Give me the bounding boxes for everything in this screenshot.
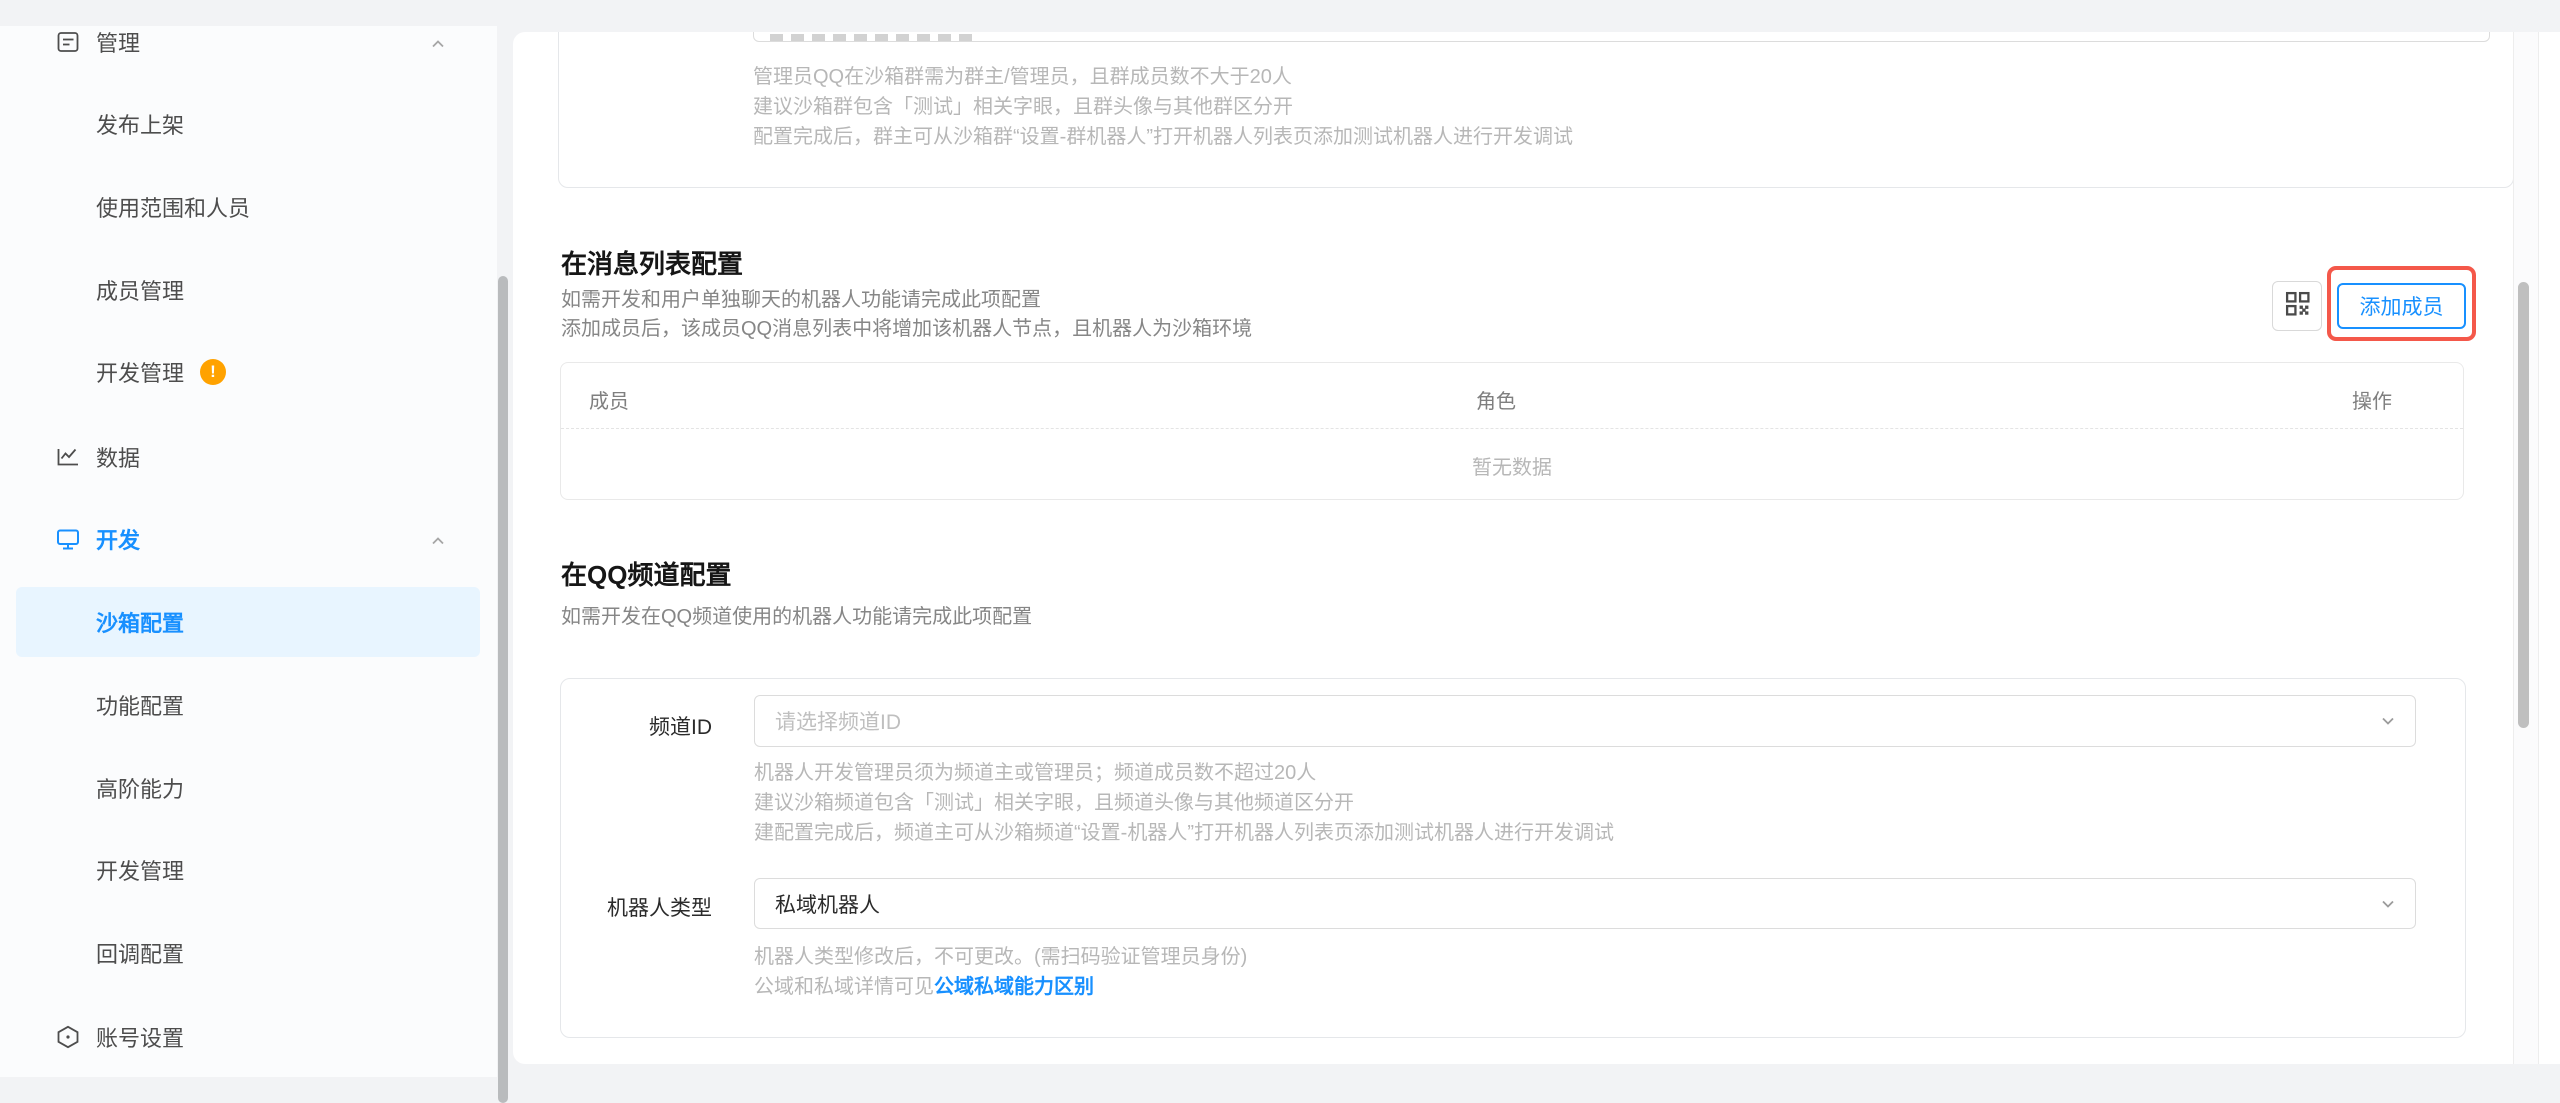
chevron-down-icon xyxy=(2379,895,2397,913)
chevron-up-icon[interactable] xyxy=(429,530,447,548)
capability-difference-link[interactable]: 公域私域能力区别 xyxy=(934,976,1094,998)
sidebar-item-account-settings[interactable]: 账号设置 xyxy=(0,1015,497,1059)
sidebar: 管理 发布上架 使用范围和人员 成员管理 开发管理 ! 数据 开发 xyxy=(0,26,497,1077)
sidebar-item-label: 高阶能力 xyxy=(96,772,184,804)
helper-line: 机器人类型修改后，不可更改。(需扫码验证管理员身份) xyxy=(754,942,1247,972)
sidebar-item-label: 开发管理 xyxy=(96,854,184,886)
sidebar-item-publish[interactable]: 发布上架 xyxy=(0,102,497,146)
channel-config-card: 频道ID 请选择频道ID 机器人开发管理员须为频道主或管理员；频道成员数不超过2… xyxy=(560,678,2466,1038)
table-divider xyxy=(561,428,2463,429)
list-icon xyxy=(55,29,81,55)
chart-icon xyxy=(55,444,81,470)
desc-line: 如需开发和用户单独聊天的机器人功能请完成此项配置 xyxy=(561,286,1252,315)
monitor-icon xyxy=(55,526,81,552)
sidebar-item-label: 开发 xyxy=(96,523,140,555)
helper-line-with-link: 公域和私域详情可见公域私域能力区别 xyxy=(754,972,1247,1002)
sidebar-item-callback-config[interactable]: 回调配置 xyxy=(0,931,497,975)
sidebar-item-label: 开发管理 xyxy=(96,356,184,388)
message-section-desc: 如需开发和用户单独聊天的机器人功能请完成此项配置 添加成员后，该成员QQ消息列表… xyxy=(561,286,1252,344)
sidebar-item-advanced[interactable]: 高阶能力 xyxy=(0,766,497,810)
sidebar-item-members[interactable]: 成员管理 xyxy=(0,268,497,312)
sidebar-item-label: 账号设置 xyxy=(96,1021,184,1053)
bot-type-helper-text: 机器人类型修改后，不可更改。(需扫码验证管理员身份) 公域和私域详情可见公域私域… xyxy=(754,942,1247,1002)
sidebar-item-data[interactable]: 数据 xyxy=(0,435,497,479)
warning-badge: ! xyxy=(200,359,226,385)
channel-id-select[interactable]: 请选择频道ID xyxy=(754,695,2416,747)
bot-type-select[interactable]: 私域机器人 xyxy=(754,878,2416,929)
chevron-up-icon[interactable] xyxy=(429,33,447,51)
helper-line: 建配置完成后，频道主可从沙箱频道“设置-机器人”打开机器人列表页添加测试机器人进… xyxy=(754,818,1614,848)
bot-type-label: 机器人类型 xyxy=(561,892,712,922)
channel-id-label: 频道ID xyxy=(561,711,712,741)
cutoff-text-remnant xyxy=(770,34,980,41)
helper-line: 机器人开发管理员须为频道主或管理员；频道成员数不超过20人 xyxy=(754,758,1614,788)
sidebar-item-sandbox-config[interactable]: 沙箱配置 xyxy=(16,587,480,657)
sidebar-item-label: 管理 xyxy=(96,26,140,58)
sidebar-item-dev-manage-2[interactable]: 开发管理 xyxy=(0,848,497,892)
hexagon-icon xyxy=(55,1024,81,1050)
helper-line: 管理员QQ在沙箱群需为群主/管理员，且群成员数不大于20人 xyxy=(753,62,1573,92)
group-helper-text: 管理员QQ在沙箱群需为群主/管理员，且群成员数不大于20人 建议沙箱群包含「测试… xyxy=(753,62,1573,152)
qr-code-icon xyxy=(2284,290,2311,322)
sidebar-item-feature-config[interactable]: 功能配置 xyxy=(0,683,497,727)
sidebar-item-dev-manage[interactable]: 开发管理 ! xyxy=(0,350,497,394)
channel-id-placeholder: 请选择频道ID xyxy=(755,706,901,736)
add-member-button[interactable]: 添加成员 xyxy=(2337,283,2466,329)
sidebar-item-develop[interactable]: 开发 xyxy=(0,517,497,561)
table-header-action: 操作 xyxy=(2352,385,2392,414)
main-content-panel: 管理员QQ在沙箱群需为群主/管理员，且群成员数不大于20人 建议沙箱群包含「测试… xyxy=(513,32,2560,1064)
qr-code-button[interactable] xyxy=(2272,281,2322,331)
table-header-member: 成员 xyxy=(589,385,629,414)
sidebar-item-scope[interactable]: 使用范围和人员 xyxy=(0,185,497,229)
table-header-role: 角色 xyxy=(1476,385,1516,414)
sidebar-item-label: 成员管理 xyxy=(96,274,184,306)
sidebar-item-label: 数据 xyxy=(96,441,140,473)
table-empty-text: 暂无数据 xyxy=(561,451,2463,480)
content-scrollbar-thumb[interactable] xyxy=(2518,282,2529,728)
helper-link-prefix: 公域和私域详情可见 xyxy=(754,976,934,998)
channel-id-helper-text: 机器人开发管理员须为频道主或管理员；频道成员数不超过20人 建议沙箱频道包含「测… xyxy=(754,758,1614,848)
group-select-cutoff[interactable] xyxy=(753,32,2490,42)
channel-section-title: 在QQ频道配置 xyxy=(561,555,731,592)
sidebar-item-label: 沙箱配置 xyxy=(96,606,184,638)
helper-line: 建议沙箱群包含「测试」相关字眼，且群头像与其他群区分开 xyxy=(753,92,1573,122)
message-section-title: 在消息列表配置 xyxy=(561,244,743,281)
desc-line: 添加成员后，该成员QQ消息列表中将增加该机器人节点，且机器人为沙箱环境 xyxy=(561,315,1252,344)
sidebar-item-label: 回调配置 xyxy=(96,937,184,969)
channel-section-desc: 如需开发在QQ频道使用的机器人功能请完成此项配置 xyxy=(561,603,1032,632)
sidebar-item-label: 使用范围和人员 xyxy=(96,191,250,223)
chevron-down-icon xyxy=(2379,712,2397,730)
sidebar-scrollbar-thumb[interactable] xyxy=(498,276,508,1103)
sidebar-item-label: 发布上架 xyxy=(96,108,184,140)
sidebar-item-manage[interactable]: 管理 xyxy=(0,20,497,64)
helper-line: 配置完成后，群主可从沙箱群“设置-群机器人”打开机器人列表页添加测试机器人进行开… xyxy=(753,122,1573,152)
helper-line: 建议沙箱频道包含「测试」相关字眼，且频道头像与其他频道区分开 xyxy=(754,788,1614,818)
members-table: 成员 角色 操作 暂无数据 xyxy=(560,362,2464,500)
bot-type-value: 私域机器人 xyxy=(755,889,880,919)
sidebar-item-label: 功能配置 xyxy=(96,689,184,721)
